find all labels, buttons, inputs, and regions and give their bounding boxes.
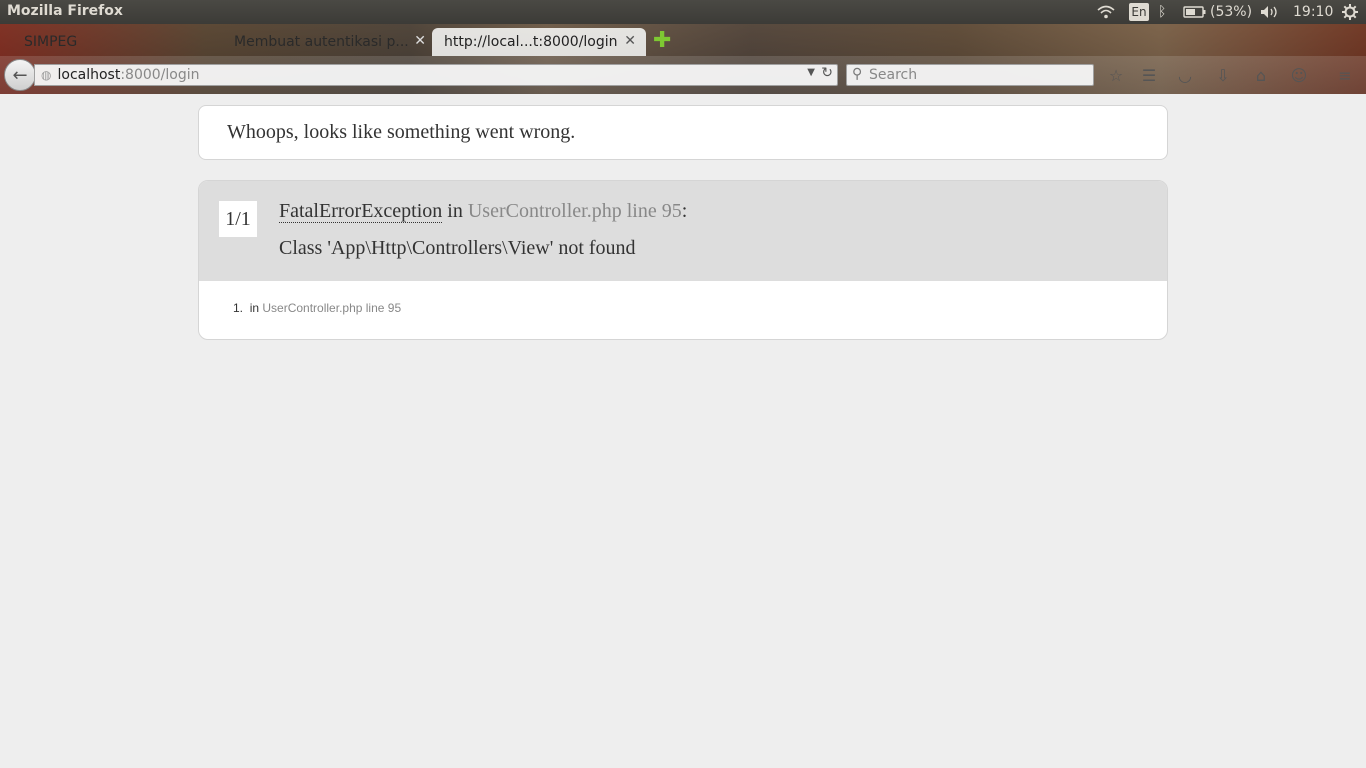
- tab-close-icon[interactable]: ✕: [624, 33, 636, 49]
- exception-counter: 1/1: [219, 201, 257, 237]
- wifi-icon[interactable]: [1097, 0, 1115, 24]
- pocket-icon[interactable]: ◡: [1175, 65, 1195, 85]
- exception-message: Class 'App\Http\Controllers\View' not fo…: [279, 237, 636, 259]
- exception-class[interactable]: FatalErrorException: [279, 200, 443, 223]
- url-host: localhost: [57, 67, 121, 83]
- bluetooth-icon[interactable]: ᛒ: [1158, 0, 1166, 24]
- stack-trace: 1. in UserController.php line 95: [199, 281, 1167, 315]
- tab-membuat-autentikasi[interactable]: Membuat autentikasi p... ✕: [222, 28, 432, 56]
- reload-icon[interactable]: ↻: [821, 65, 833, 81]
- battery-percentage: (53%): [1210, 4, 1253, 20]
- search-input[interactable]: ⚲ Search: [846, 64, 1094, 86]
- search-icon: ⚲: [852, 66, 863, 82]
- in-word: in: [447, 200, 463, 222]
- trace-item: 1. in UserController.php line 95: [233, 301, 1167, 315]
- top-panel: Mozilla Firefox En ᛒ (53%) 19:10: [0, 0, 1366, 24]
- error-heading: Whoops, looks like something went wrong.: [227, 121, 576, 143]
- back-arrow-icon: ←: [12, 64, 28, 86]
- download-icon[interactable]: ⇩: [1213, 65, 1233, 85]
- page-content: Whoops, looks like something went wrong.…: [0, 94, 1366, 768]
- exception-header: 1/1 FatalErrorException in UserControlle…: [199, 181, 1167, 281]
- battery-icon[interactable]: [1183, 0, 1207, 24]
- trace-location[interactable]: UserController.php line 95: [262, 301, 401, 315]
- browser-chrome: SIMPEG Membuat autentikasi p... ✕ http:/…: [0, 24, 1366, 94]
- tab-label: SIMPEG: [24, 34, 78, 50]
- volume-icon[interactable]: [1260, 0, 1280, 24]
- keyboard-language-indicator[interactable]: En: [1129, 3, 1149, 21]
- tab-simpeg[interactable]: SIMPEG: [12, 28, 212, 56]
- app-title: Mozilla Firefox: [7, 3, 123, 19]
- globe-icon: ◍: [41, 68, 52, 82]
- tab-login-active[interactable]: http://local...t:8000/login ✕: [432, 28, 646, 56]
- new-tab-plus-icon[interactable]: ✚: [653, 30, 671, 52]
- tab-label: http://local...t:8000/login: [444, 34, 618, 50]
- url-bar[interactable]: ◍ localhost:8000/login ▼ ↻: [34, 64, 838, 86]
- exception-title: FatalErrorException in UserController.ph…: [279, 200, 687, 223]
- search-placeholder: Search: [869, 67, 918, 83]
- system-gear-icon[interactable]: [1342, 0, 1358, 24]
- exception-panel: 1/1 FatalErrorException in UserControlle…: [198, 180, 1168, 340]
- trace-in-word: in: [249, 301, 260, 315]
- url-dropdown-icon[interactable]: ▼: [807, 67, 815, 78]
- url-path: :8000/login: [120, 67, 200, 83]
- bookmark-star-icon[interactable]: ☆: [1106, 65, 1126, 85]
- clock[interactable]: 19:10: [1293, 0, 1333, 24]
- navigation-toolbar: ← ◍ localhost:8000/login ▼ ↻ ⚲ Search ☆ …: [0, 56, 1366, 94]
- tab-close-icon[interactable]: ✕: [414, 33, 426, 49]
- menu-hamburger-icon[interactable]: ≡: [1335, 65, 1355, 85]
- exception-location[interactable]: UserController.php line 95: [468, 200, 682, 222]
- error-heading-box: Whoops, looks like something went wrong.: [198, 105, 1168, 160]
- home-icon[interactable]: ⌂: [1251, 65, 1271, 85]
- hello-chat-icon[interactable]: ☺: [1289, 65, 1309, 85]
- back-button[interactable]: ←: [4, 59, 36, 91]
- trace-number: 1.: [233, 301, 244, 315]
- tab-label: Membuat autentikasi p...: [234, 34, 409, 50]
- colon: :: [681, 200, 688, 222]
- bookmarks-list-icon[interactable]: ☰: [1139, 65, 1159, 85]
